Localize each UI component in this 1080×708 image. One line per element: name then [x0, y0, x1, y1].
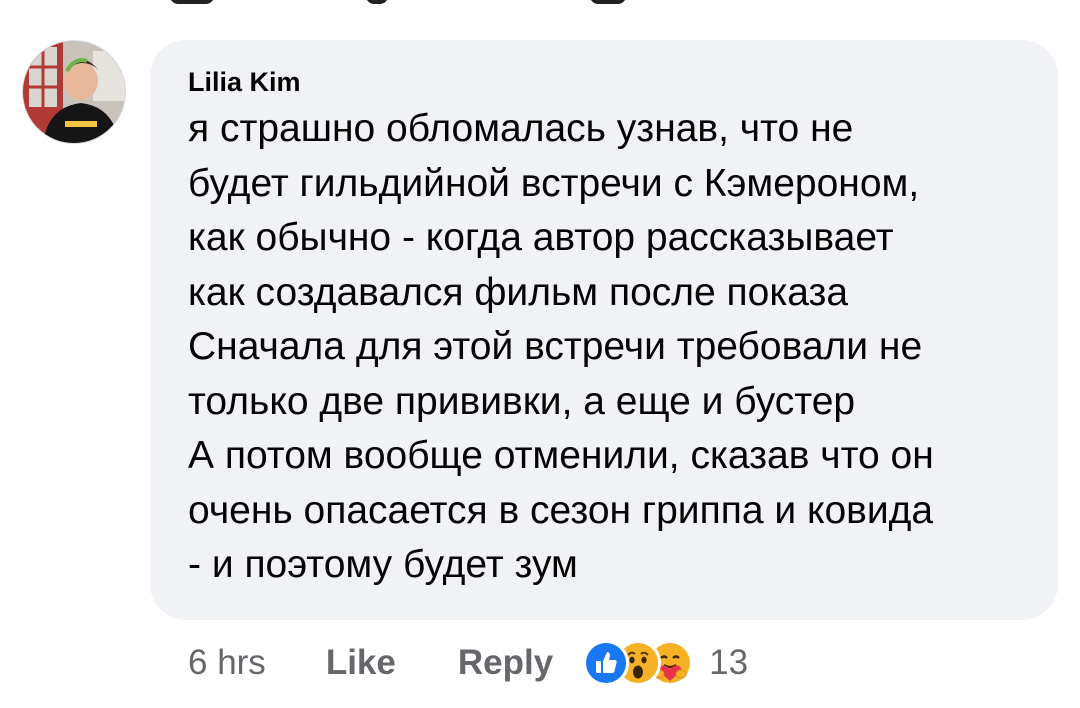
reply-button[interactable]: Reply [458, 643, 553, 683]
comment-bubble: Lilia Kim я страшно обломалась узнав, чт… [150, 40, 1058, 620]
comment-text-line: будет гильдийной встречи с Кэмероном, [188, 161, 920, 205]
like-button[interactable]: Like [326, 643, 396, 683]
comment-text-line: как обычно - когда автор рассказывает [188, 216, 894, 259]
reaction-count: 13 [709, 643, 749, 682]
like-icon [583, 640, 630, 686]
comment-text-line: как создавался фильм после показа [188, 270, 849, 314]
comment-text-line: очень опасается в сезон гриппа и ковида [188, 488, 934, 532]
comment: Lilia Kim я страшно обломалась узнав, чт… [0, 0, 1080, 708]
comment-text-line: я страшно обломалась узнав, что не [188, 107, 854, 150]
comment-actions: 6 hrs Like Reply 13 [188, 638, 748, 688]
comment-text-line: - и поэтому будет зум [188, 543, 578, 586]
avatar[interactable] [22, 40, 126, 144]
comment-text-line: Сначала для этой встречи требовали не [188, 325, 923, 368]
comment-text-line: А потом вообще отменили, сказав что он [188, 434, 934, 477]
avatar-photo [23, 41, 125, 143]
reaction-summary[interactable]: 13 [583, 640, 748, 686]
comment-text-line: только две прививки, а еще и бустер [188, 379, 856, 423]
timestamp[interactable]: 6 hrs [188, 643, 266, 683]
author-name[interactable]: Lilia Kim [188, 66, 1058, 98]
